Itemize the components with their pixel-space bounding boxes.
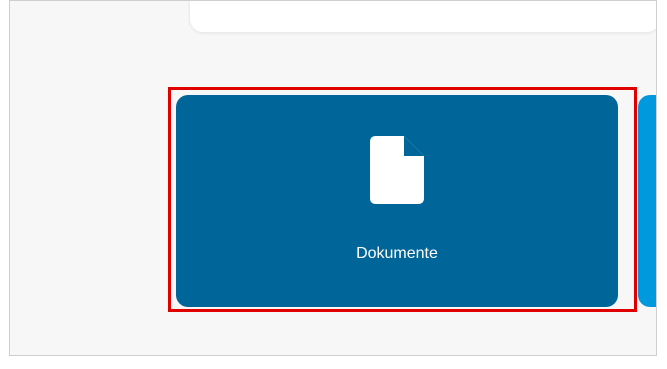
- tile-dokumente[interactable]: Dokumente: [176, 95, 618, 307]
- top-panel: [189, 1, 656, 33]
- next-tile[interactable]: [638, 95, 656, 307]
- tile-label: Dokumente: [356, 245, 438, 262]
- document-icon: [370, 136, 424, 204]
- app-frame: Dokumente: [9, 0, 657, 356]
